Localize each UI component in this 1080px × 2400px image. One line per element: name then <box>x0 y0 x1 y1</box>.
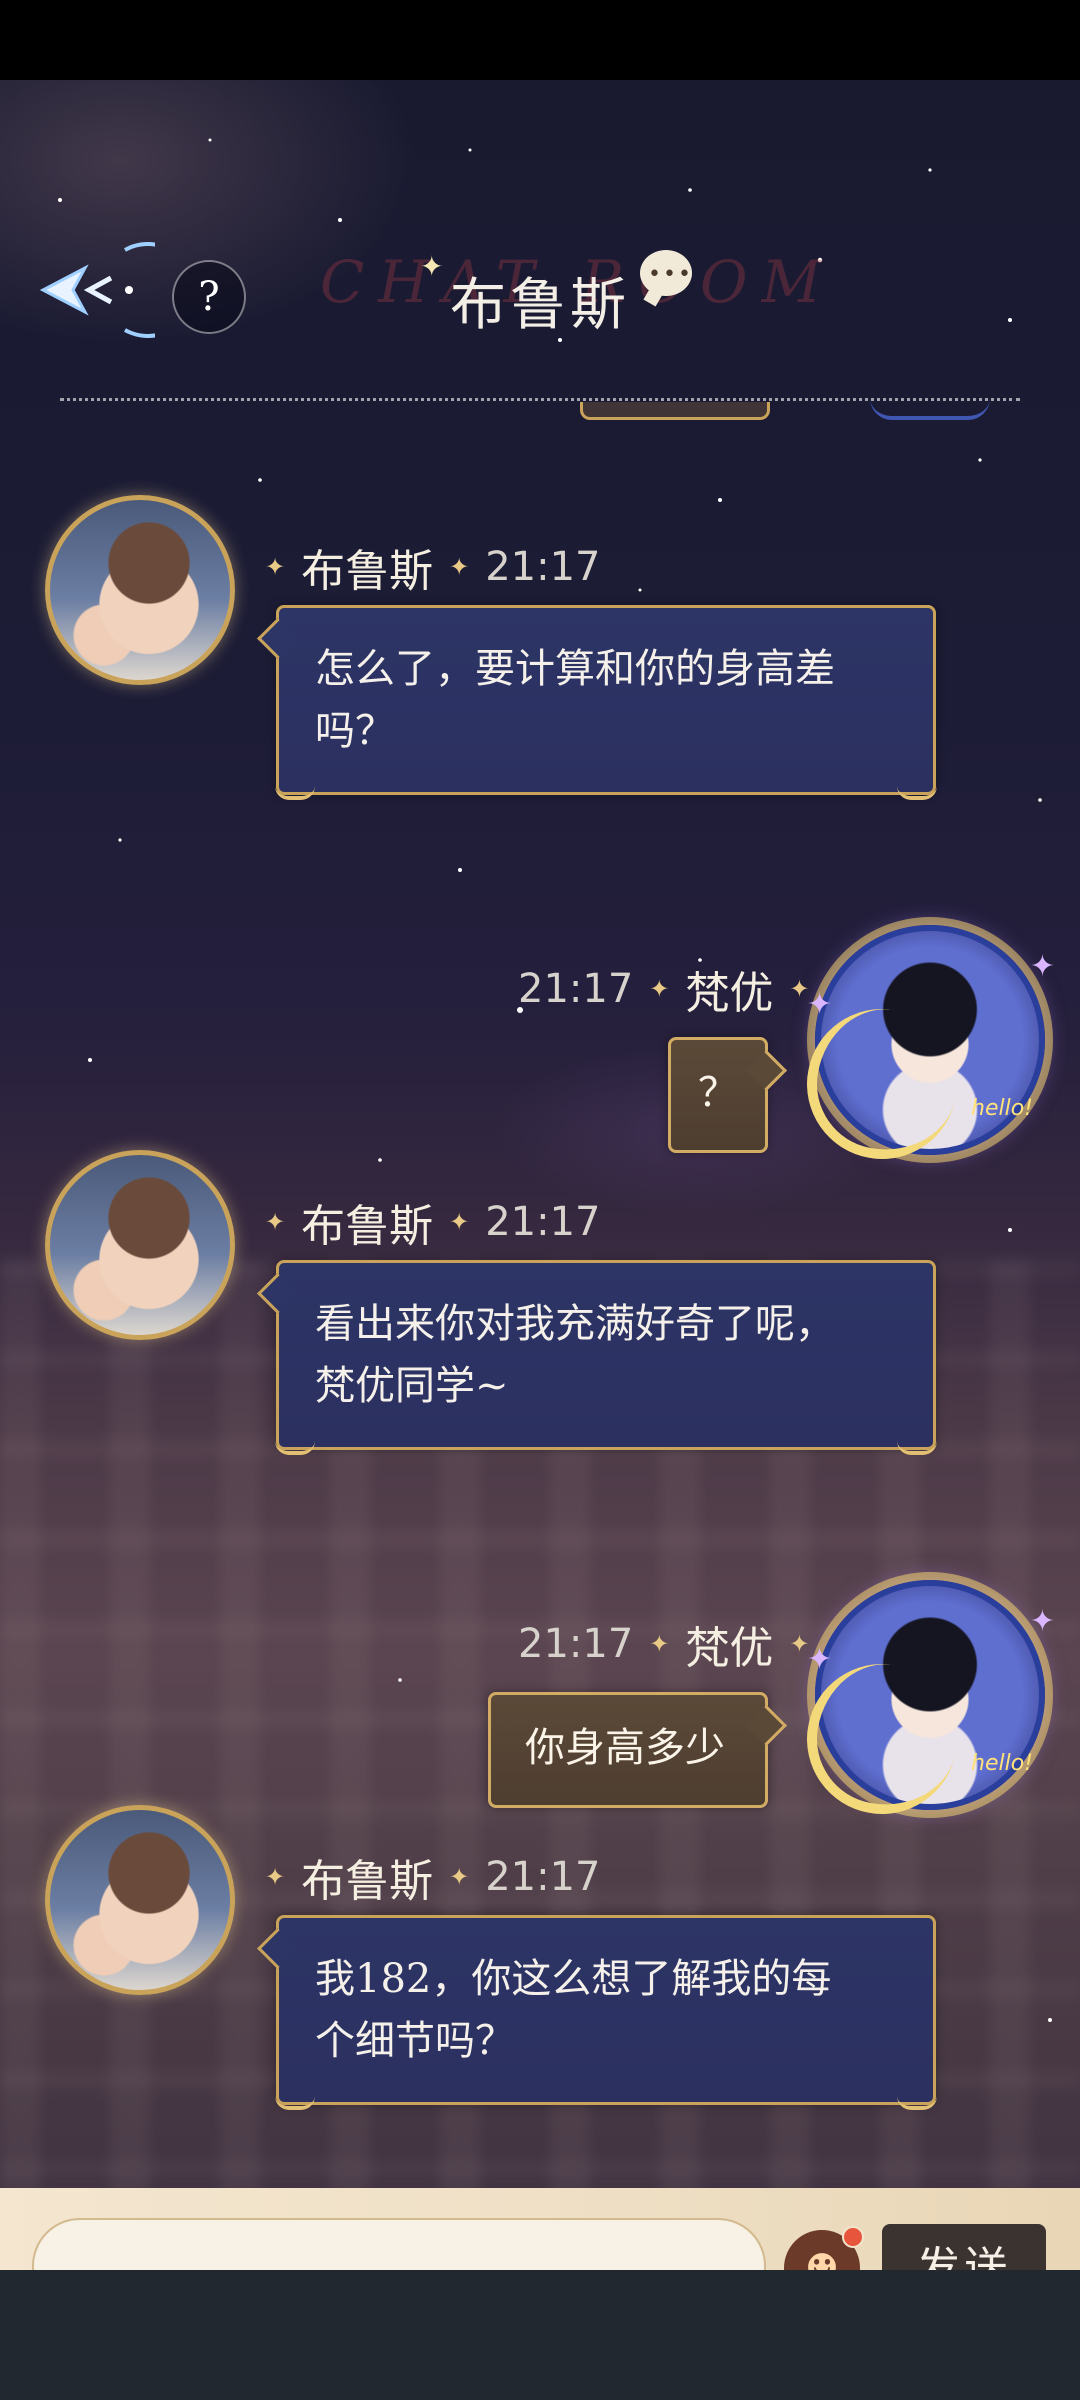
message-input[interactable] <box>32 2218 766 2270</box>
status-bar <box>0 0 1080 80</box>
message-meta: ✦ 布鲁斯 ✦ 21:17 <box>265 1845 601 1909</box>
chat-bubble-icon: ••• <box>640 250 692 296</box>
message-bubble: 怎么了，要计算和你的身高差 吗？ <box>275 605 937 800</box>
sparkle-icon: ✦ <box>807 987 833 1022</box>
message-text-line: 怎么了，要计算和你的身高差 <box>315 646 835 692</box>
avatar[interactable]: ✦ ✦ hello! <box>795 925 1055 1171</box>
chat-screen: ? CHAT ROOM ✦ 布鲁斯 ••• ✦ 布鲁斯 ✦ 21:17 怎么了，… <box>0 80 1080 2270</box>
message-text-line: 吗？ <box>315 708 395 754</box>
sender-name: 梵优 <box>685 968 774 1019</box>
message-text-line: 我182，你这么想了解我的每 <box>315 1956 832 2002</box>
message-incoming: ✦ 布鲁斯 ✦ 21:17 我182，你这么想了解我的每 个细节吗？ <box>0 1805 1080 2185</box>
previous-avatar-edge <box>870 398 990 420</box>
message-bubble: 我182，你这么想了解我的每 个细节吗？ <box>275 1915 937 2110</box>
message-bubble: 你身高多少 <box>488 1692 768 1808</box>
message-incoming: ✦ 布鲁斯 ✦ 21:17 看出来你对我充满好奇了呢， 梵优同学~ <box>0 1150 1080 1530</box>
sparkle-icon: ✦ <box>1029 949 1055 984</box>
previous-message-edge <box>580 402 770 420</box>
timestamp: 21:17 <box>485 1854 601 1900</box>
message-incoming: ✦ 布鲁斯 ✦ 21:17 怎么了，要计算和你的身高差 吗？ <box>0 495 1080 875</box>
message-text-line: 你身高多少 <box>525 1725 725 1771</box>
message-bubble: 看出来你对我充满好奇了呢， 梵优同学~ <box>275 1260 937 1455</box>
avatar[interactable] <box>45 1150 235 1340</box>
message-bubble: ？ <box>668 1037 768 1153</box>
message-text-line: ？ <box>698 1070 738 1116</box>
chat-header: ? CHAT ROOM ✦ 布鲁斯 ••• <box>0 80 1080 420</box>
smiley-face-icon: ☻ <box>804 2246 840 2270</box>
message-outgoing: 21:17 ✦ 梵优 ✦ 你身高多少 ✦ ✦ hello! <box>0 1500 1080 1830</box>
timestamp: 21:17 <box>485 544 601 590</box>
sender-name: 布鲁斯 <box>301 546 434 597</box>
message-meta: ✦ 布鲁斯 ✦ 21:17 <box>265 535 601 599</box>
sender-name: 布鲁斯 <box>301 1201 434 1252</box>
sender-name: 布鲁斯 <box>301 1856 434 1907</box>
timestamp: 21:17 <box>518 966 634 1012</box>
message-text-line: 看出来你对我充满好奇了呢， <box>315 1301 835 1347</box>
message-meta: ✦ 布鲁斯 ✦ 21:17 <box>265 1190 601 1254</box>
timestamp: 21:17 <box>518 1621 634 1667</box>
message-input-bar: ☻ 发送 <box>0 2188 1080 2270</box>
hello-badge: hello! <box>971 1751 1033 1776</box>
send-button[interactable]: 发送 <box>882 2224 1046 2270</box>
avatar[interactable]: ✦ ✦ hello! <box>795 1580 1055 1826</box>
message-meta: 21:17 ✦ 梵优 ✦ <box>518 1612 810 1676</box>
sender-name: 梵优 <box>685 1623 774 1674</box>
emoji-button[interactable]: ☻ <box>784 2226 864 2270</box>
page-title: 布鲁斯 <box>450 273 630 338</box>
hello-badge: hello! <box>971 1096 1033 1121</box>
message-outgoing: 21:17 ✦ 梵优 ✦ ？ ✦ ✦ hello! <box>0 845 1080 1175</box>
message-meta: 21:17 ✦ 梵优 ✦ <box>518 957 810 1021</box>
message-text-line: 梵优同学~ <box>315 1363 509 1409</box>
system-navigation-bar <box>0 2270 1080 2400</box>
timestamp: 21:17 <box>485 1199 601 1245</box>
sparkle-icon: ✦ <box>1029 1604 1055 1639</box>
sparkle-icon: ✦ <box>807 1642 833 1677</box>
message-text-line: 个细节吗？ <box>315 2018 515 2064</box>
avatar[interactable] <box>45 1805 235 1995</box>
avatar[interactable] <box>45 495 235 685</box>
notification-dot <box>842 2226 864 2248</box>
